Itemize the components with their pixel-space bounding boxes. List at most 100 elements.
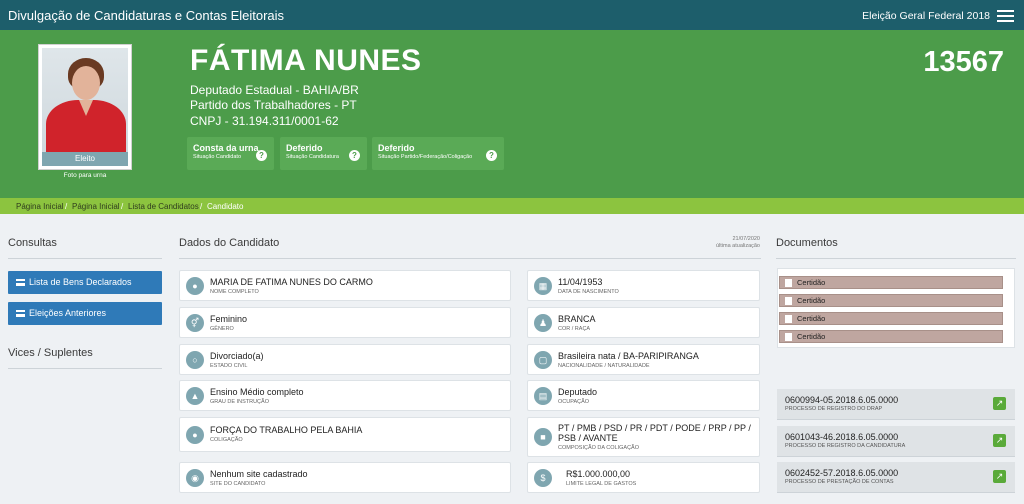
external-link-icon[interactable]: ↗	[993, 397, 1006, 410]
field-coligacao: ● FORÇA DO TRABALHO PELA BAHIA COLIGAÇÃO	[179, 417, 511, 452]
question-icon[interactable]: ?	[486, 150, 497, 161]
candidate-photo	[42, 48, 128, 154]
field-label: GÊNERO	[210, 326, 234, 332]
field-label: OCUPAÇÃO	[558, 399, 590, 405]
site-title[interactable]: Divulgação de Candidaturas e Contas Elei…	[8, 8, 284, 23]
field-nacionalidade: ▢ Brasileira nata / BA-PARIPIRANGA NACIO…	[527, 344, 760, 375]
documentos-title: Documentos	[776, 237, 838, 249]
certidao-label: Certidão	[797, 278, 826, 287]
field-value: Deputado	[558, 387, 598, 397]
divider	[8, 258, 162, 259]
question-icon[interactable]: ?	[349, 150, 360, 161]
breadcrumb-home[interactable]: Página Inicial	[16, 202, 64, 211]
breadcrumb-separator: /	[200, 202, 203, 211]
field-label: LIMITE LEGAL DE GASTOS	[566, 481, 637, 487]
field-site: ◉ Nenhum site cadastrado SITE DO CANDIDA…	[179, 462, 511, 493]
status-pill-partido: Deferido Situação Partido/Federação/Coli…	[372, 137, 504, 170]
certidao-link[interactable]: Certidão	[779, 276, 1003, 289]
file-icon	[785, 279, 792, 287]
field-label: NACIONALIDADE / NATURALIDADE	[558, 363, 650, 369]
vices-title: Vices / Suplentes	[8, 347, 93, 359]
field-label: DATA DE NASCIMENTO	[558, 289, 619, 295]
processo-label: PROCESSO DE REGISTRO DO DRAP	[785, 406, 883, 412]
map-icon: ▢	[534, 350, 552, 369]
field-value: Feminino	[210, 314, 248, 324]
candidate-office: Deputado Estadual - BAHIA/BR	[190, 83, 359, 97]
elected-badge: Eleito	[42, 152, 128, 166]
last-updated-date: 21/07/2020	[732, 236, 760, 242]
candidate-photo-card: Eleito	[38, 44, 132, 170]
candidate-header: Eleito Foto para urna FÁTIMA NUNES Deput…	[0, 30, 1024, 198]
field-nome-completo: ● MARIA DE FATIMA NUNES DO CARMO NOME CO…	[179, 270, 511, 301]
user-icon: ●	[186, 276, 204, 295]
external-link-icon[interactable]: ↗	[993, 434, 1006, 447]
election-label: Eleição Geral Federal 2018	[862, 10, 990, 22]
building-icon: ▤	[534, 386, 552, 405]
photo-caption: Foto para urna	[63, 172, 107, 179]
processo-label: PROCESSO DE PRESTAÇÃO DE CONTAS	[785, 479, 894, 485]
consultas-title: Consultas	[8, 237, 57, 249]
person-icon: ♟	[534, 313, 552, 332]
list-icon	[16, 310, 25, 317]
folder-icon: ■	[534, 428, 552, 446]
certidao-label: Certidão	[797, 296, 826, 305]
certidao-link[interactable]: Certidão	[779, 294, 1003, 307]
dados-title: Dados do Candidato	[179, 237, 280, 249]
field-grau-instrucao: ▲ Ensino Médio completo GRAU DE INSTRUÇÃ…	[179, 380, 511, 411]
top-bar: Divulgação de Candidaturas e Contas Elei…	[0, 0, 1024, 30]
field-value: Divorciado(a)	[210, 351, 264, 361]
list-icon	[16, 279, 25, 286]
field-label: COMPOSIÇÃO DA COLIGAÇÃO	[558, 445, 639, 451]
field-value: Nenhum site cadastrado	[210, 469, 308, 479]
field-limite-gastos: $ R$1.000.000,00 LIMITE LEGAL DE GASTOS	[527, 462, 760, 493]
field-label: COLIGAÇÃO	[210, 437, 243, 443]
certidao-link[interactable]: Certidão	[779, 312, 1003, 325]
hamburger-icon[interactable]	[997, 10, 1014, 22]
field-value: Brasileira nata / BA-PARIPIRANGA	[558, 351, 699, 361]
dollar-icon: $	[534, 468, 552, 487]
breadcrumb: Página Inicial / Página Inicial / Lista …	[0, 198, 1024, 214]
field-value: PT / PMB / PSD / PR / PDT / PODE / PRP /…	[558, 423, 751, 443]
field-label: ESTADO CIVIL	[210, 363, 248, 369]
field-estado-civil: ○ Divorciado(a) ESTADO CIVIL	[179, 344, 511, 375]
button-label: Lista de Bens Declarados	[29, 277, 132, 287]
field-label: GRAU DE INSTRUÇÃO	[210, 399, 269, 405]
breadcrumb-home-2[interactable]: Página Inicial	[72, 202, 120, 211]
field-value: 11/04/1953	[558, 277, 603, 287]
field-label: NOME COMPLETO	[210, 289, 259, 295]
field-cor-raca: ♟ BRANCA COR / RAÇA	[527, 307, 760, 338]
field-label: SITE DO CANDIDATO	[210, 481, 266, 487]
globe-icon: ◉	[186, 468, 204, 487]
status-pill-candidato: Consta da urna Situação Candidato ?	[187, 137, 274, 170]
processo-candidatura: 0601043-46.2018.6.05.0000 PROCESSO DE RE…	[777, 426, 1015, 457]
candidate-number: 13567	[923, 46, 1004, 78]
last-updated: 21/07/2020 última atualização	[690, 236, 760, 250]
last-updated-label: última atualização	[715, 243, 760, 250]
eleicoes-anteriores-button[interactable]: Eleições Anteriores	[8, 302, 162, 325]
external-link-icon[interactable]: ↗	[993, 470, 1006, 483]
file-icon	[785, 315, 792, 323]
field-composicao-coligacao: ■ PT / PMB / PSD / PR / PDT / PODE / PRP…	[527, 417, 760, 457]
field-value[interactable]: FORÇA DO TRABALHO PELA BAHIA	[210, 425, 362, 435]
certidao-link[interactable]: Certidão	[779, 330, 1003, 343]
breadcrumb-current: Candidato	[207, 202, 244, 211]
file-icon	[785, 333, 792, 341]
processo-drap: 0600994-05.2018.6.05.0000 PROCESSO DE RE…	[777, 389, 1015, 420]
file-icon	[785, 297, 792, 305]
users-icon: ●	[186, 425, 204, 444]
breadcrumb-candidate-list[interactable]: Lista de Candidatos	[128, 202, 199, 211]
question-icon[interactable]: ?	[256, 150, 267, 161]
lista-bens-button[interactable]: Lista de Bens Declarados	[8, 271, 162, 294]
field-ocupacao: ▤ Deputado OCUPAÇÃO	[527, 380, 760, 411]
status-pill-candidatura: Deferido Situação Candidatura ?	[280, 137, 367, 170]
breadcrumb-separator: /	[65, 202, 68, 211]
processo-number: 0602452-57.2018.6.05.0000	[785, 468, 899, 478]
processo-number: 0600994-05.2018.6.05.0000	[785, 395, 899, 405]
field-value: R$1.000.000,00	[566, 469, 631, 479]
breadcrumb-separator: /	[121, 202, 124, 211]
status-pill-sub: Situação Partido/Federação/Coligação	[378, 154, 473, 160]
processo-number: 0601043-46.2018.6.05.0000	[785, 432, 899, 442]
field-genero: ⚥ Feminino GÊNERO	[179, 307, 511, 338]
calendar-icon: ▦	[534, 276, 552, 295]
certidao-label: Certidão	[797, 314, 826, 323]
